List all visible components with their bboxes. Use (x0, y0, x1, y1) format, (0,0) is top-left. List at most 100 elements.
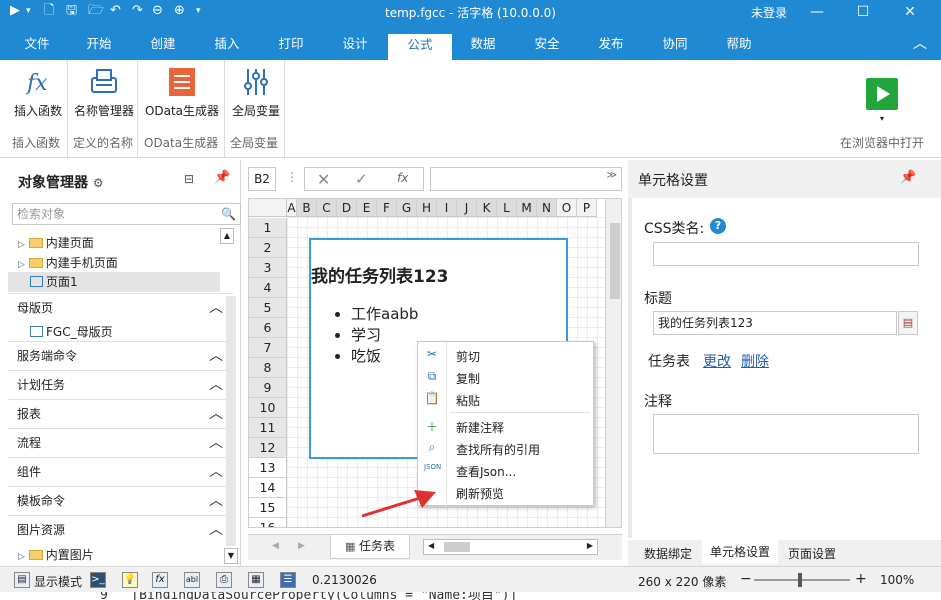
column-header[interactable]: A (287, 199, 297, 217)
row-header[interactable]: 16 (249, 518, 287, 527)
section-workflow[interactable]: 流程 ︿ (8, 428, 233, 457)
maximize-icon[interactable]: ☐ (843, 1, 883, 23)
menu-item-find-references[interactable]: 查找所有的引用 (456, 441, 540, 458)
column-header[interactable]: G (397, 199, 417, 217)
row-header[interactable]: 5 (249, 298, 287, 318)
tab-cell-settings[interactable]: 单元格设置 (702, 540, 778, 564)
preview-dropdown-icon[interactable]: ▾ (880, 114, 884, 123)
chevron-up-icon[interactable]: ︿ (209, 371, 223, 399)
close-icon[interactable]: ✕ (890, 1, 930, 23)
scroll-left-icon[interactable]: ◀ (428, 541, 434, 550)
tab-page-settings[interactable]: 页面设置 (788, 545, 836, 562)
tree-item-builtin-pages[interactable]: ▷ 内建页面 (18, 234, 94, 251)
zoom-slider[interactable] (754, 579, 850, 581)
scroll-right-icon[interactable]: ▶ (587, 541, 593, 550)
menu-item-view-json[interactable]: 查看Json... (456, 463, 516, 480)
global-variable-button[interactable]: 全局变量 (229, 66, 283, 119)
row-header[interactable]: 2 (249, 238, 287, 258)
expand-icon[interactable]: ▷ (18, 240, 25, 250)
column-header[interactable]: P (577, 199, 597, 217)
column-header[interactable]: O (557, 199, 577, 217)
column-header[interactable]: L (497, 199, 517, 217)
next-sheet-icon[interactable]: ▶ (298, 541, 305, 551)
row-header[interactable]: 12 (249, 438, 287, 458)
row-header[interactable]: 8 (249, 358, 287, 378)
login-status[interactable]: 未登录 (751, 4, 787, 21)
pin-icon[interactable]: 📌 (900, 170, 916, 185)
chevron-up-icon[interactable]: ︿ (209, 342, 223, 370)
tab-home[interactable]: 开始 (76, 34, 122, 60)
menu-item-cut[interactable]: 剪切 (456, 348, 480, 365)
tab-data[interactable]: 数据 (460, 34, 506, 60)
chevron-up-icon[interactable]: ︿ (209, 458, 223, 486)
tab-security[interactable]: 安全 (524, 34, 570, 60)
row-header[interactable]: 1 (249, 218, 287, 238)
tree-item-builtin-mobile-pages[interactable]: ▷ 内建手机页面 (18, 254, 118, 271)
title-input[interactable]: 我的任务列表123 (653, 311, 897, 335)
row-header[interactable]: 7 (249, 338, 287, 358)
delete-link[interactable]: 删除 (741, 351, 769, 371)
scroll-down-icon[interactable]: ▼ (224, 548, 238, 564)
column-header[interactable]: E (357, 199, 377, 217)
confirm-icon[interactable]: ✓ (355, 170, 368, 188)
expand-formula-icon[interactable]: ≫ (607, 170, 617, 181)
tab-formula[interactable]: 公式 (388, 34, 452, 60)
name-manager-button[interactable]: 名称管理器 (72, 66, 136, 119)
scroll-up-icon[interactable]: ▲ (220, 228, 234, 244)
search-icon[interactable]: 🔍 (221, 204, 236, 224)
help-icon[interactable]: ? (710, 218, 726, 234)
tree-item-fgc-master[interactable]: FGC_母版页 (30, 323, 113, 340)
data-icon[interactable]: ▦ (248, 572, 264, 588)
column-header[interactable]: C (317, 199, 337, 217)
fx-icon[interactable]: fx (397, 171, 408, 185)
tab-collab[interactable]: 协同 (652, 34, 698, 60)
zoom-slider-thumb[interactable] (798, 573, 802, 587)
menu-item-paste[interactable]: 粘贴 (456, 392, 480, 409)
edit-value-icon[interactable]: ▤ (898, 311, 918, 335)
tree-item-page1[interactable]: 页面1 (8, 272, 220, 292)
expand-icon[interactable]: ▷ (18, 552, 25, 562)
tab-print[interactable]: 打印 (268, 34, 314, 60)
column-header[interactable]: K (477, 199, 497, 217)
chevron-up-icon[interactable]: ︿ (209, 487, 223, 515)
sheet-tab-task[interactable]: ▦ 任务表 (330, 535, 410, 559)
formula-icon[interactable]: fx (152, 572, 168, 588)
change-link[interactable]: 更改 (703, 351, 731, 371)
section-components[interactable]: 组件 ︿ (8, 457, 233, 486)
cancel-icon[interactable]: ✕ (317, 170, 330, 189)
section-template-commands[interactable]: 模板命令 ︿ (8, 486, 233, 515)
chevron-up-icon[interactable]: ︿ (209, 429, 223, 457)
tab-help[interactable]: 帮助 (716, 34, 762, 60)
preview-button[interactable] (866, 78, 898, 110)
grid-horizontal-scrollbar[interactable]: ◀ ▶ (423, 539, 598, 555)
pin-icon[interactable]: 📌 (214, 170, 230, 185)
column-header[interactable]: H (417, 199, 437, 217)
display-mode-label[interactable]: 显示模式 (34, 573, 82, 590)
tree-item-builtin-images[interactable]: ▷ 内置图片 (18, 546, 94, 563)
tab-design[interactable]: 设计 (332, 34, 378, 60)
row-header[interactable]: 6 (249, 318, 287, 338)
cell-reference-box[interactable]: B2 (248, 167, 276, 191)
formula-input[interactable]: ≫ (430, 167, 622, 191)
tab-publish[interactable]: 发布 (588, 34, 634, 60)
column-header[interactable]: J (457, 199, 477, 217)
row-header[interactable]: 9 (249, 378, 287, 398)
menu-item-refresh-preview[interactable]: 刷新预览 (456, 485, 504, 502)
section-image-resources[interactable]: 图片资源 ︿ (8, 515, 233, 544)
column-header[interactable]: F (377, 199, 397, 217)
row-header[interactable]: 14 (249, 478, 287, 498)
css-class-input[interactable] (653, 242, 919, 266)
chevron-up-icon[interactable]: ︿ (209, 400, 223, 428)
grid-vertical-scrollbar[interactable] (605, 199, 621, 527)
column-header[interactable]: I (437, 199, 457, 217)
search-input[interactable]: 检索对象 🔍 (12, 203, 241, 225)
row-header[interactable]: 11 (249, 418, 287, 438)
column-header[interactable]: M (517, 199, 537, 217)
tab-data-binding[interactable]: 数据绑定 (644, 545, 692, 562)
prev-sheet-icon[interactable]: ◀ (272, 541, 279, 551)
chevron-up-icon[interactable]: ︿ (209, 294, 223, 322)
tab-insert[interactable]: 插入 (204, 34, 250, 60)
scroll-thumb[interactable] (610, 223, 620, 299)
gear-icon[interactable]: ⚙ (93, 176, 104, 190)
display-mode-icon[interactable]: ▤ (14, 572, 30, 588)
